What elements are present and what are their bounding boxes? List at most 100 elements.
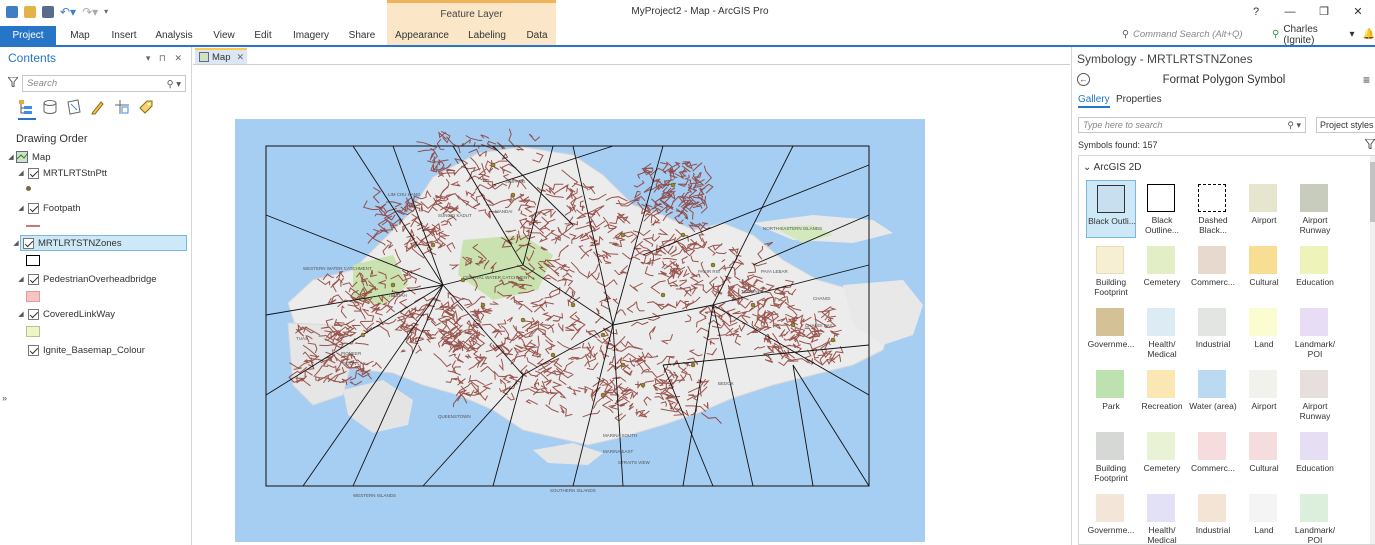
expand-triangle-icon[interactable]: ◢ [6, 153, 16, 161]
symbol-swatch-item[interactable]: Governme... [1086, 490, 1136, 544]
expand-triangle-icon[interactable]: ◢ [11, 239, 21, 247]
gallery-scrollbar[interactable] [1370, 156, 1375, 544]
collapse-pane-icon[interactable]: » [2, 393, 7, 403]
symbol-swatch-item[interactable]: Recreation [1137, 366, 1187, 424]
tab-insert[interactable]: Insert [104, 26, 144, 45]
expand-triangle-icon[interactable]: ◢ [16, 204, 26, 212]
symbol-swatch-item[interactable]: Commerc... [1188, 428, 1238, 486]
symbol-swatch-item[interactable]: Dashed Black... [1188, 180, 1238, 238]
polygon-fill-symbol-swatch[interactable] [26, 291, 40, 302]
tab-labeling[interactable]: Labeling [461, 26, 513, 45]
line-symbol-swatch[interactable] [26, 225, 40, 227]
new-project-icon[interactable] [6, 6, 18, 18]
polygon-outline-symbol-swatch[interactable] [26, 255, 40, 266]
symbol-swatch-item[interactable]: Industrial [1188, 490, 1238, 544]
save-icon[interactable] [42, 6, 54, 18]
list-by-drawing-order-icon[interactable] [18, 99, 34, 115]
maximize-button[interactable]: ❐ [1307, 0, 1341, 24]
symbol-swatch-item[interactable]: Landmark/ POI [1290, 304, 1340, 362]
symbol-swatch-item[interactable]: Commerc... [1188, 242, 1238, 300]
tab-share[interactable]: Share [342, 26, 382, 45]
polygon-fill-symbol-swatch[interactable] [26, 326, 40, 337]
symbol-swatch-item[interactable]: Water (area) [1188, 366, 1238, 424]
symbol-swatch-item[interactable]: Building Footprint [1086, 428, 1136, 486]
layer-visibility-checkbox[interactable] [28, 202, 39, 214]
redo-icon[interactable]: ↷▾ [82, 6, 98, 18]
symbol-swatch-item[interactable]: Black Outli... [1086, 180, 1136, 238]
symbol-swatch-item[interactable]: Building Footprint [1086, 242, 1136, 300]
symbol-swatch-item[interactable]: Land [1239, 304, 1289, 362]
symbol-swatch-item[interactable]: Cultural [1239, 428, 1289, 486]
tab-view[interactable]: View [204, 26, 244, 45]
notification-bell-icon[interactable]: 🔔 [1363, 29, 1375, 40]
help-button[interactable]: ? [1239, 0, 1273, 24]
undo-icon[interactable]: ↶▾ [60, 6, 76, 18]
symbol-swatch-item[interactable]: Airport [1239, 180, 1289, 238]
symbol-swatch-item[interactable]: Governme... [1086, 304, 1136, 362]
list-by-selection-icon[interactable] [66, 99, 82, 115]
tab-gallery[interactable]: Gallery [1078, 94, 1110, 108]
symbol-swatch-item[interactable]: Education [1290, 242, 1340, 300]
open-project-icon[interactable] [24, 6, 36, 18]
search-icon[interactable]: ⚲ ▾ [1287, 118, 1301, 132]
tab-analysis[interactable]: Analysis [152, 26, 196, 45]
symbol-swatch-item[interactable]: Cultural [1239, 242, 1289, 300]
tab-imagery[interactable]: Imagery [288, 26, 334, 45]
layer-row[interactable]: ◢ CoveredLinkWay [10, 306, 115, 322]
point-symbol-swatch[interactable] [26, 186, 31, 191]
filter-icon[interactable] [6, 76, 20, 90]
tab-edit[interactable]: Edit [246, 26, 280, 45]
layer-visibility-checkbox[interactable] [23, 237, 34, 249]
symbol-swatch-item[interactable]: Black Outline... [1137, 180, 1187, 238]
tab-properties[interactable]: Properties [1116, 94, 1162, 105]
pane-controls[interactable]: ▾ ⊓ ✕ [146, 53, 185, 64]
symbol-swatch-item[interactable]: Airport Runway [1290, 180, 1340, 238]
symbol-search-input[interactable]: Type here to search ⚲ ▾ [1078, 117, 1306, 133]
close-button[interactable]: ✕ [1341, 0, 1375, 24]
symbol-swatch-item[interactable]: Education [1290, 428, 1340, 486]
layer-visibility-checkbox[interactable] [28, 308, 39, 320]
filter-icon[interactable] [1363, 138, 1375, 152]
chevron-down-icon[interactable]: ⌄ [1083, 162, 1091, 173]
map-view[interactable]: LIM CHU KANG SUNGEI KADUT MANDAI SIMPANG NOR… [193, 64, 1070, 545]
list-by-snapping-icon[interactable] [114, 99, 130, 115]
layer-visibility-checkbox[interactable] [28, 273, 39, 285]
tab-appearance[interactable]: Appearance [391, 26, 453, 45]
tab-project[interactable]: Project [0, 26, 56, 45]
tab-data[interactable]: Data [520, 26, 554, 45]
minimize-button[interactable]: — [1273, 0, 1307, 24]
layer-visibility-checkbox[interactable] [28, 344, 39, 356]
customize-qat-icon[interactable]: ▾ [104, 6, 108, 18]
list-by-editing-icon[interactable] [90, 99, 106, 115]
styles-dropdown[interactable]: Project styles [1316, 117, 1375, 133]
command-search-input[interactable]: ⚲ Command Search (Alt+Q) [1122, 27, 1264, 42]
symbol-swatch-item[interactable]: Landmark/ POI [1290, 490, 1340, 544]
symbol-swatch-item[interactable]: Industrial [1188, 304, 1238, 362]
symbol-swatch-item[interactable]: Airport [1239, 366, 1289, 424]
symbol-swatch-item[interactable]: Cemetery [1137, 428, 1187, 486]
layer-row[interactable]: Ignite_Basemap_Colour [10, 342, 145, 358]
layer-visibility-checkbox[interactable] [28, 167, 39, 179]
layer-row-selected[interactable]: ◢ MRTLRTSTNZones [13, 235, 187, 251]
map-node[interactable]: ◢ Map [0, 149, 50, 165]
symbol-swatch-item[interactable]: Park [1086, 366, 1136, 424]
user-account-menu[interactable]: ⚲ Charles (Ignite) ▾ 🔔 [1272, 24, 1375, 46]
layer-row[interactable]: ◢ Footpath [10, 200, 81, 216]
contents-search-input[interactable]: Search ⚲ ▾ [22, 75, 186, 92]
search-icon[interactable]: ⚲ ▾ [167, 77, 181, 92]
list-by-labeling-icon[interactable] [138, 99, 154, 115]
layer-row[interactable]: ◢ PedestrianOverheadbridge [10, 271, 157, 287]
list-by-source-icon[interactable] [42, 99, 58, 115]
symbol-swatch-item[interactable]: Land [1239, 490, 1289, 544]
symbol-swatch-item[interactable]: Health/ Medical [1137, 490, 1187, 544]
tab-map-view[interactable]: Map ✕ [195, 48, 247, 64]
layer-row[interactable]: ◢ MRTLRTStnPtt [10, 165, 107, 181]
close-icon[interactable]: ✕ [236, 52, 244, 63]
expand-triangle-icon[interactable]: ◢ [16, 169, 26, 177]
symbol-swatch-item[interactable]: Cemetery [1137, 242, 1187, 300]
gallery-group-header[interactable]: ⌄ ArcGIS 2D [1083, 162, 1141, 173]
expand-triangle-icon[interactable]: ◢ [16, 310, 26, 318]
tab-map[interactable]: Map [60, 26, 100, 45]
symbol-swatch-item[interactable]: Airport Runway [1290, 366, 1340, 424]
menu-icon[interactable]: ≡ [1363, 73, 1370, 87]
